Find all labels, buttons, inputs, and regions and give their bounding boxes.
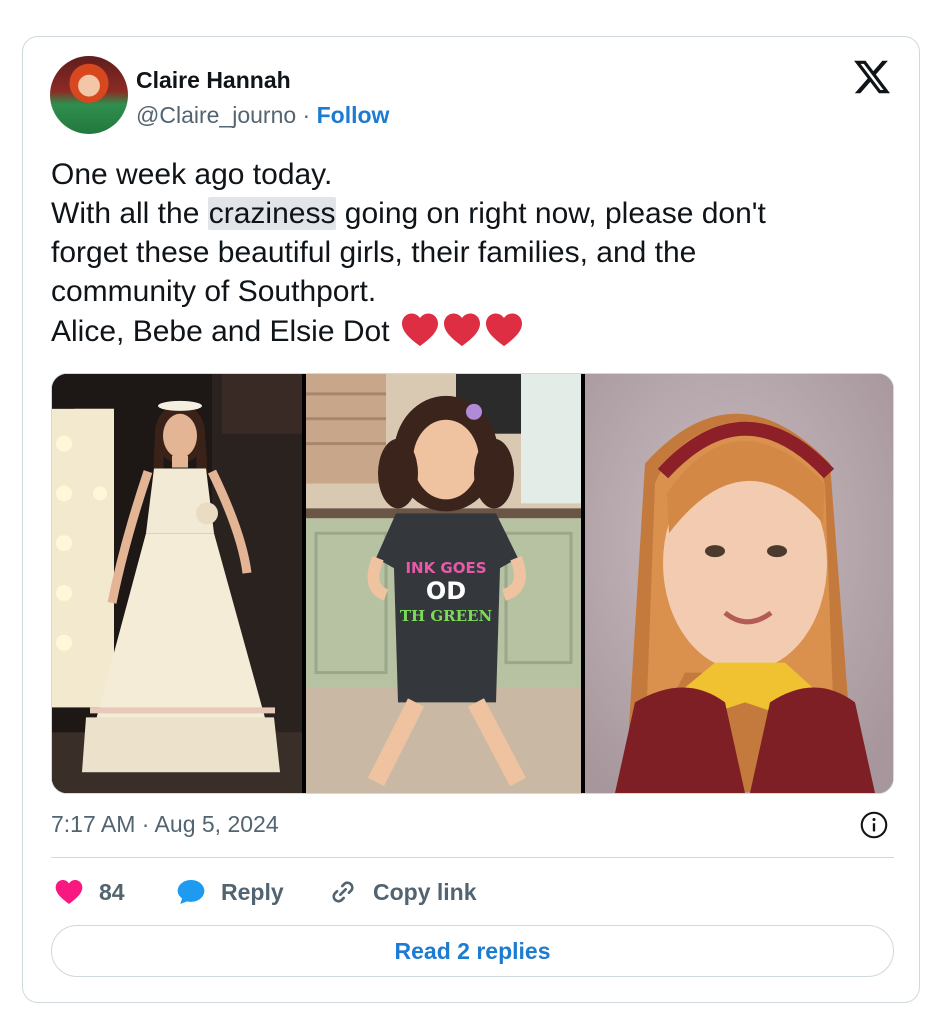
photo-girl-dark-tshirt[interactable]: INK GOES OD TH GREEN	[306, 374, 581, 793]
like-button[interactable]: 84	[53, 874, 125, 910]
read-replies-button[interactable]: Read 2 replies	[51, 925, 894, 977]
tweet-line-2-start: With all the	[51, 197, 208, 230]
speech-bubble-icon	[177, 880, 205, 904]
link-icon	[332, 881, 354, 903]
tweet-timestamp[interactable]: 7:17 AM · Aug 5, 2024	[51, 811, 279, 838]
x-logo-icon[interactable]	[852, 57, 892, 97]
copy-link-label: Copy link	[373, 878, 477, 905]
tweet-card: Claire Hannah @Claire_journo · Follow On…	[22, 36, 920, 1003]
reply-button[interactable]: Reply	[175, 874, 284, 910]
shirt-text-line-3: TH GREEN	[400, 607, 493, 625]
tweet-line-5-text: Alice, Bebe and Elsie Dot	[51, 315, 398, 348]
heart-icon	[55, 880, 83, 904]
author-display-name[interactable]: Claire Hannah	[136, 67, 291, 94]
reply-label: Reply	[221, 878, 284, 905]
author-handle-row: @Claire_journo · Follow	[136, 102, 389, 129]
red-heart-emoji-icon	[485, 313, 522, 347]
media-grid: INK GOES OD TH GREEN	[51, 373, 894, 794]
action-bar: 84 Reply Copy link	[51, 874, 894, 910]
handle-separator: ·	[296, 102, 317, 128]
tweet-line-3: forget these beautiful girls, their fami…	[51, 236, 697, 269]
info-icon[interactable]	[860, 811, 888, 839]
like-count: 84	[99, 878, 125, 905]
shirt-text-line-1: INK GOES	[405, 559, 486, 577]
tweet-text: One week ago today. With all the crazine…	[51, 155, 891, 351]
author-handle[interactable]: @Claire_journo	[136, 102, 296, 128]
tweet-line-1: One week ago today.	[51, 158, 333, 191]
copy-link-button[interactable]: Copy link	[327, 874, 477, 910]
red-heart-emoji-icon	[401, 313, 438, 347]
divider	[51, 857, 894, 858]
tweet-line-5: Alice, Bebe and Elsie Dot	[51, 311, 891, 351]
tweet-line-2: With all the craziness going on right no…	[51, 194, 891, 233]
photo-girl-school-portrait[interactable]	[585, 374, 893, 793]
tweet-line-4: community of Southport.	[51, 275, 377, 308]
tweet-line-2-end: going on right now, please don't	[336, 197, 766, 230]
highlighted-word: craziness	[207, 197, 337, 230]
red-heart-emoji-icon	[443, 313, 480, 347]
photo-girl-white-dress[interactable]	[52, 374, 302, 793]
shirt-text-line-2: OD	[426, 577, 466, 605]
follow-link[interactable]: Follow	[317, 102, 390, 128]
avatar[interactable]	[50, 56, 128, 134]
